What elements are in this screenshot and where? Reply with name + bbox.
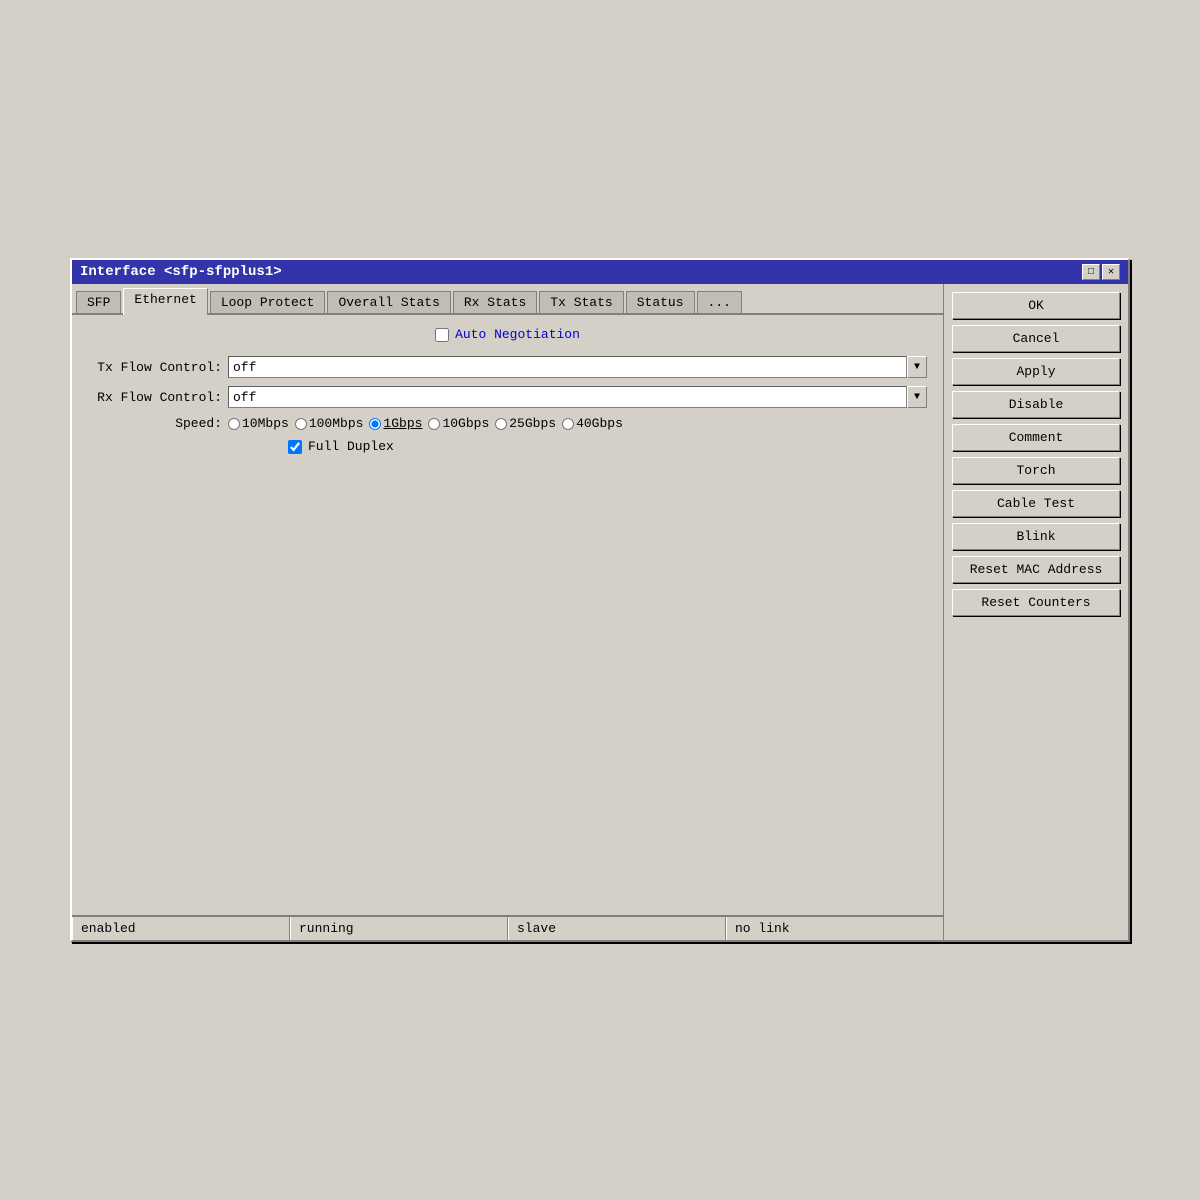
apply-button[interactable]: Apply — [952, 358, 1120, 385]
cable-test-button[interactable]: Cable Test — [952, 490, 1120, 517]
tab-tx-stats[interactable]: Tx Stats — [539, 291, 623, 313]
speed-10mbps-radio[interactable] — [228, 418, 240, 430]
auto-negotiation-row: Auto Negotiation — [88, 327, 927, 342]
window-title: Interface <sfp-sfpplus1> — [80, 264, 282, 280]
speed-10gbps[interactable]: 10Gbps — [428, 416, 489, 431]
tx-flow-dropdown-wrapper: ▼ — [228, 356, 927, 378]
speed-40gbps-radio[interactable] — [562, 418, 574, 430]
tab-sfp[interactable]: SFP — [76, 291, 121, 313]
blink-button[interactable]: Blink — [952, 523, 1120, 550]
reset-mac-button[interactable]: Reset MAC Address — [952, 556, 1120, 583]
auto-negotiation-checkbox[interactable] — [435, 328, 449, 342]
full-duplex-checkbox[interactable] — [288, 440, 302, 454]
tab-loop-protect[interactable]: Loop Protect — [210, 291, 326, 313]
rx-flow-dropdown-wrapper: ▼ — [228, 386, 927, 408]
main-panel: SFP Ethernet Loop Protect Overall Stats … — [72, 284, 943, 940]
status-bar: enabled running slave no link — [72, 915, 943, 940]
tab-overall-stats[interactable]: Overall Stats — [327, 291, 450, 313]
rx-flow-label: Rx Flow Control: — [88, 390, 228, 405]
disable-button[interactable]: Disable — [952, 391, 1120, 418]
tx-flow-row: Tx Flow Control: ▼ — [88, 356, 927, 378]
title-bar: Interface <sfp-sfpplus1> □ ✕ — [72, 260, 1128, 284]
speed-100mbps-radio[interactable] — [295, 418, 307, 430]
tab-ethernet[interactable]: Ethernet — [123, 288, 207, 315]
main-window: Interface <sfp-sfpplus1> □ ✕ SFP Etherne… — [70, 258, 1130, 942]
speed-options: 10Mbps 100Mbps 1Gbps 10Gbps 25Gbps — [228, 416, 623, 431]
auto-negotiation-label[interactable]: Auto Negotiation — [455, 327, 580, 342]
comment-button[interactable]: Comment — [952, 424, 1120, 451]
status-slave: slave — [508, 917, 726, 940]
form-area: Auto Negotiation Tx Flow Control: ▼ Rx F… — [72, 315, 943, 915]
rx-flow-dropdown-btn[interactable]: ▼ — [907, 386, 927, 408]
tab-bar: SFP Ethernet Loop Protect Overall Stats … — [72, 284, 943, 315]
tx-flow-dropdown-btn[interactable]: ▼ — [907, 356, 927, 378]
speed-label: Speed: — [148, 416, 228, 431]
title-bar-controls: □ ✕ — [1082, 264, 1120, 280]
speed-row: Speed: 10Mbps 100Mbps 1Gbps 10Gbps — [148, 416, 927, 431]
speed-10gbps-radio[interactable] — [428, 418, 440, 430]
torch-button[interactable]: Torch — [952, 457, 1120, 484]
speed-1gbps[interactable]: 1Gbps — [369, 416, 422, 431]
speed-25gbps[interactable]: 25Gbps — [495, 416, 556, 431]
rx-flow-row: Rx Flow Control: ▼ — [88, 386, 927, 408]
status-no-link: no link — [726, 917, 943, 940]
minimize-button[interactable]: □ — [1082, 264, 1100, 280]
status-running: running — [290, 917, 508, 940]
tab-rx-stats[interactable]: Rx Stats — [453, 291, 537, 313]
side-buttons: OK Cancel Apply Disable Comment Torch Ca… — [943, 284, 1128, 940]
speed-25gbps-radio[interactable] — [495, 418, 507, 430]
duplex-row: Full Duplex — [288, 439, 927, 454]
full-duplex-label[interactable]: Full Duplex — [308, 439, 394, 454]
rx-flow-input[interactable] — [228, 386, 907, 408]
speed-100mbps[interactable]: 100Mbps — [295, 416, 364, 431]
status-enabled: enabled — [72, 917, 290, 940]
content-area: SFP Ethernet Loop Protect Overall Stats … — [72, 284, 1128, 940]
tab-more[interactable]: ... — [697, 291, 742, 313]
tab-status[interactable]: Status — [626, 291, 695, 313]
reset-counters-button[interactable]: Reset Counters — [952, 589, 1120, 616]
speed-40gbps[interactable]: 40Gbps — [562, 416, 623, 431]
close-button[interactable]: ✕ — [1102, 264, 1120, 280]
tx-flow-label: Tx Flow Control: — [88, 360, 228, 375]
tx-flow-input[interactable] — [228, 356, 907, 378]
ok-button[interactable]: OK — [952, 292, 1120, 319]
speed-10mbps[interactable]: 10Mbps — [228, 416, 289, 431]
speed-1gbps-radio[interactable] — [369, 418, 381, 430]
cancel-button[interactable]: Cancel — [952, 325, 1120, 352]
